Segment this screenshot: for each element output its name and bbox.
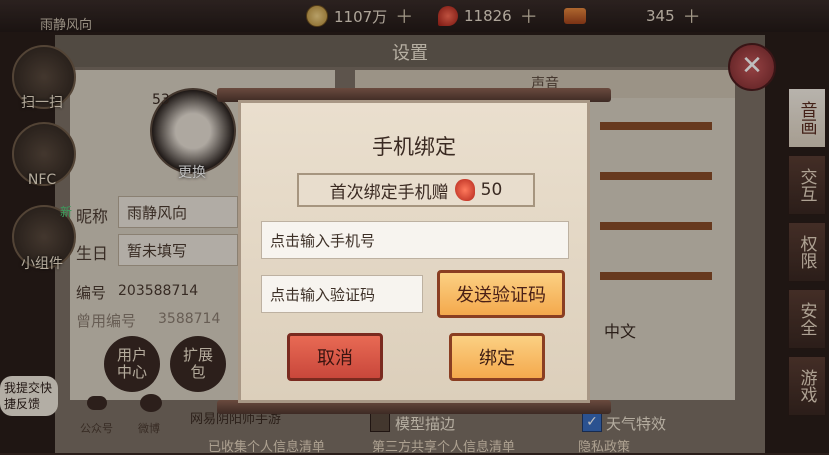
dialog-title: 手机绑定 xyxy=(372,135,456,159)
phone-number-input[interactable]: 点击输入手机号 xyxy=(261,221,569,259)
bind-button[interactable]: 绑定 xyxy=(449,333,545,381)
reward-amount: 50 xyxy=(480,180,503,200)
cancel-button[interactable]: 取消 xyxy=(287,333,383,381)
reward-text: 首次绑定手机赠 xyxy=(329,182,449,203)
jade-icon xyxy=(454,179,475,201)
first-bind-reward: 首次绑定手机赠 50 xyxy=(297,173,535,207)
send-code-button[interactable]: 发送验证码 xyxy=(437,270,565,318)
verification-code-input[interactable]: 点击输入验证码 xyxy=(261,275,423,313)
phone-binding-dialog: 手机绑定 首次绑定手机赠 50 点击输入手机号 点击输入验证码 发送验证码 取消… xyxy=(238,100,590,403)
